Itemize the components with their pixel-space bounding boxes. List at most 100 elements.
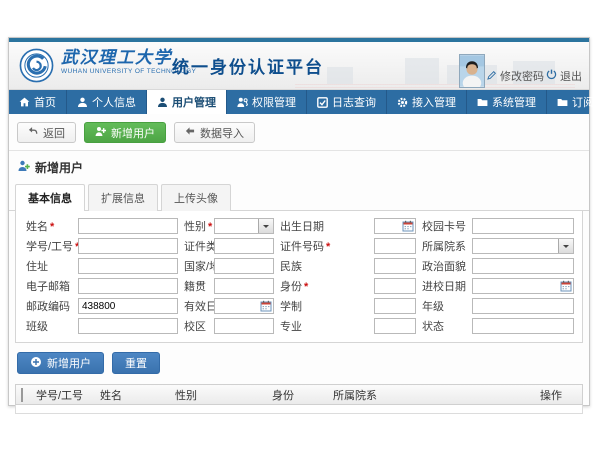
field-postal-code (78, 298, 178, 314)
nav-item-system-mgmt[interactable]: 系统管理 (467, 90, 547, 114)
main-nav: 首页个人信息用户管理权限管理日志查询接入管理系统管理订阅管理 (9, 90, 589, 114)
logout-link[interactable]: 退出 (546, 68, 582, 84)
tab-extended-info[interactable]: 扩展信息 (88, 184, 158, 211)
required-asterisk: * (304, 281, 308, 293)
header: 武汉理工大学 WUHAN UNIVERSITY OF TECHNOLOGY 统一… (9, 42, 589, 90)
field-input-id-type[interactable] (214, 238, 274, 254)
field-input-identity[interactable] (374, 278, 416, 294)
nav-item-label: 权限管理 (252, 94, 296, 110)
field-input-id-number[interactable] (374, 238, 416, 254)
reset-button[interactable]: 重置 (112, 352, 160, 374)
field-input-address[interactable] (78, 258, 178, 274)
field-label-status: 状态 (416, 318, 472, 334)
field-class (78, 318, 178, 334)
field-input-education-length[interactable] (374, 298, 416, 314)
field-label-grade: 年级 (416, 298, 472, 314)
field-label-education-length: 学制 (274, 298, 374, 314)
field-enrollment-date (472, 278, 574, 294)
field-valid-date (214, 298, 274, 314)
person-plus-icon (18, 160, 30, 175)
field-input-class[interactable] (78, 318, 178, 334)
field-input-campus[interactable] (214, 318, 274, 334)
field-label-country-region: 国家/地区 (178, 258, 214, 274)
nav-item-user-mgmt[interactable]: 用户管理 (147, 90, 227, 114)
platform-title: 统一身份认证平台 (172, 53, 324, 78)
field-label-major: 专业 (274, 318, 374, 334)
select-all-checkbox[interactable] (21, 388, 23, 402)
field-input-ethnicity[interactable] (374, 258, 416, 274)
field-input-campus-card-no[interactable] (472, 218, 574, 234)
field-id-number (374, 238, 416, 254)
auth-platform-page: 武汉理工大学 WUHAN UNIVERSITY OF TECHNOLOGY 统一… (8, 37, 590, 406)
field-label-id-number: 证件号码* (274, 238, 374, 254)
home-icon (19, 97, 30, 108)
add-user-toolbar-button[interactable]: 新增用户 (84, 122, 166, 143)
field-input-status[interactable] (472, 318, 574, 334)
field-id-type (214, 238, 274, 254)
nav-item-label: 日志查询 (332, 94, 376, 110)
field-label-ethnicity: 民族 (274, 258, 374, 274)
field-label-id-type: 证件类型* (178, 238, 214, 254)
field-political-status (472, 258, 574, 274)
field-input-student-staff-id[interactable] (78, 238, 178, 254)
field-input-name[interactable] (78, 218, 178, 234)
dropdown-arrow-button[interactable] (258, 219, 273, 233)
nav-item-log-query[interactable]: 日志查询 (307, 90, 387, 114)
submit-add-user-label: 新增用户 (47, 355, 91, 371)
field-label-valid-date: 有效日期 (178, 298, 214, 314)
change-password-label: 修改密码 (500, 68, 544, 84)
table-header-5: 操作 (540, 387, 582, 403)
field-label-address: 住址 (20, 258, 78, 274)
field-input-enrollment-date[interactable] (472, 278, 574, 294)
tab-upload-avatar[interactable]: 上传头像 (161, 184, 231, 211)
field-grade (472, 298, 574, 314)
content-area: 返回 新增用户 数据导入 (9, 114, 589, 405)
table-header-0: 学号/工号 (36, 387, 100, 403)
field-label-postal-code: 邮政编码 (20, 298, 78, 314)
add-user-toolbar-label: 新增用户 (111, 125, 155, 141)
field-label-native-place: 籍贯 (178, 278, 214, 294)
screenshot-canvas: 武汉理工大学 WUHAN UNIVERSITY OF TECHNOLOGY 统一… (0, 0, 600, 450)
nav-item-subscription-mgmt[interactable]: 订阅管理 (547, 90, 600, 114)
field-input-grade[interactable] (472, 298, 574, 314)
user-table-empty-body (15, 405, 583, 414)
gear-icon (397, 97, 408, 108)
return-arrow-icon (28, 126, 38, 139)
folder-icon (477, 97, 488, 108)
logout-label: 退出 (560, 68, 582, 84)
field-campus (214, 318, 274, 334)
reset-button-label: 重置 (125, 355, 147, 371)
change-password-link[interactable]: 修改密码 (487, 68, 544, 84)
field-email (78, 278, 178, 294)
nav-item-label: 首页 (34, 94, 56, 110)
nav-item-permission-mgmt[interactable]: 权限管理 (227, 90, 307, 114)
tab-basic-info[interactable]: 基本信息 (15, 184, 85, 211)
nav-item-home[interactable]: 首页 (9, 90, 67, 114)
field-input-political-status[interactable] (472, 258, 574, 274)
field-input-postal-code[interactable] (78, 298, 178, 314)
log-check-icon (317, 97, 328, 108)
calendar-icon[interactable] (560, 280, 572, 292)
calendar-icon[interactable] (260, 300, 272, 312)
back-button[interactable]: 返回 (17, 122, 76, 143)
nav-item-access-mgmt[interactable]: 接入管理 (387, 90, 467, 114)
user-table-header: 学号/工号姓名性别身份所属院系操作 (15, 384, 583, 405)
data-import-button[interactable]: 数据导入 (174, 122, 255, 143)
calendar-icon[interactable] (402, 220, 414, 232)
field-label-name: 姓名* (20, 218, 78, 234)
field-input-email[interactable] (78, 278, 178, 294)
dropdown-arrow-button[interactable] (558, 239, 573, 253)
field-label-birth-date: 出生日期 (274, 218, 374, 234)
field-input-country-region[interactable] (214, 258, 274, 274)
field-label-student-staff-id: 学号/工号* (20, 238, 78, 254)
nav-item-label: 接入管理 (412, 94, 456, 110)
field-input-major[interactable] (374, 318, 416, 334)
field-input-native-place[interactable] (214, 278, 274, 294)
power-icon (546, 69, 557, 83)
user-avatar[interactable] (459, 54, 485, 88)
back-button-label: 返回 (43, 125, 65, 141)
submit-add-user-button[interactable]: 新增用户 (17, 352, 104, 374)
nav-item-profile[interactable]: 个人信息 (67, 90, 147, 114)
left-arrow-icon (185, 126, 195, 139)
field-identity (374, 278, 416, 294)
